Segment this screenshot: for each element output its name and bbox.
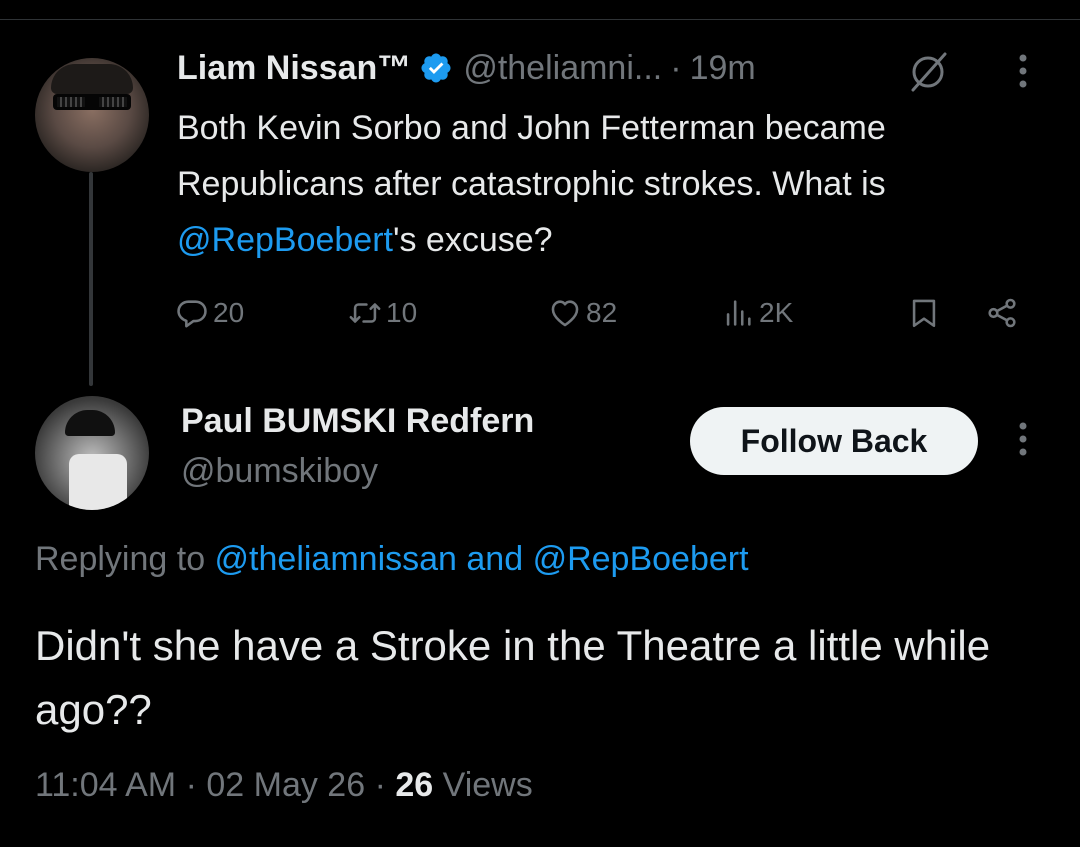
- reply-time[interactable]: 11:04 AM: [35, 766, 176, 804]
- meta-separator: ·: [365, 766, 396, 804]
- bookmark-icon: [912, 299, 936, 328]
- views-button[interactable]: 2K: [721, 290, 793, 336]
- like-button[interactable]: 82: [548, 290, 617, 336]
- replying-user-link[interactable]: @RepBoebert: [533, 540, 749, 578]
- reply-meta: 11:04 AM · 02 May 26 · 26 Views: [35, 766, 533, 805]
- meta-separator: ·: [176, 766, 207, 804]
- reply-display-name[interactable]: Paul BUMSKI Redfern: [181, 402, 534, 441]
- replying-prefix: Replying to: [35, 540, 215, 578]
- repost-button[interactable]: 10: [348, 290, 417, 336]
- reply-avatar[interactable]: [35, 396, 149, 510]
- reply-views-label: Views: [442, 766, 533, 804]
- repost-icon: [349, 303, 381, 323]
- parent-text-start: Both Kevin Sorbo and John Fetterman beca…: [177, 109, 886, 203]
- reply-icon: [177, 300, 207, 328]
- more-options-icon[interactable]: [1008, 50, 1038, 92]
- parent-action-bar: 20 10 82 2K: [175, 290, 1035, 336]
- reply-tweet-text: Didn't she have a Stroke in the Theatre …: [35, 622, 991, 733]
- reply-count: 20: [213, 297, 245, 328]
- views-icon: [726, 300, 751, 326]
- share-button[interactable]: [985, 290, 1023, 336]
- share-icon: [988, 298, 1016, 328]
- parent-tweet-text: Both Kevin Sorbo and John Fetterman beca…: [177, 100, 1007, 268]
- follow-back-button[interactable]: Follow Back: [690, 407, 978, 475]
- reply-button[interactable]: 20: [175, 290, 244, 336]
- like-count: 82: [586, 297, 618, 328]
- replying-user-link[interactable]: @theliamnissan: [215, 540, 457, 578]
- parent-handle[interactable]: @theliamni...: [463, 49, 662, 88]
- thread-connector-line: [89, 172, 93, 386]
- reply-date[interactable]: 02 May 26: [206, 766, 365, 804]
- grok-icon[interactable]: [903, 50, 953, 94]
- parent-text-end: 's excuse?: [392, 221, 553, 259]
- replying-to-line: Replying to @theliamnissan and @RepBoebe…: [35, 540, 749, 579]
- reply-handle[interactable]: @bumskiboy: [181, 452, 378, 491]
- parent-avatar[interactable]: [35, 58, 149, 172]
- verified-badge-icon: [419, 51, 453, 85]
- replying-and: and: [456, 540, 533, 578]
- mention-link[interactable]: @RepBoebert: [177, 221, 393, 259]
- views-count: 2K: [759, 297, 794, 328]
- bookmark-button[interactable]: [907, 290, 945, 336]
- more-options-icon[interactable]: [1008, 418, 1038, 460]
- parent-timestamp[interactable]: 19m: [690, 49, 756, 88]
- reply-views-count: 26: [395, 766, 434, 804]
- header-separator: ·: [670, 48, 682, 87]
- like-icon: [551, 300, 579, 327]
- repost-count: 10: [386, 297, 418, 328]
- parent-display-name[interactable]: Liam Nissan™: [177, 49, 411, 88]
- parent-tweet-header: Liam Nissan™ @theliamni... · 19m: [177, 44, 756, 92]
- top-divider: [0, 19, 1080, 20]
